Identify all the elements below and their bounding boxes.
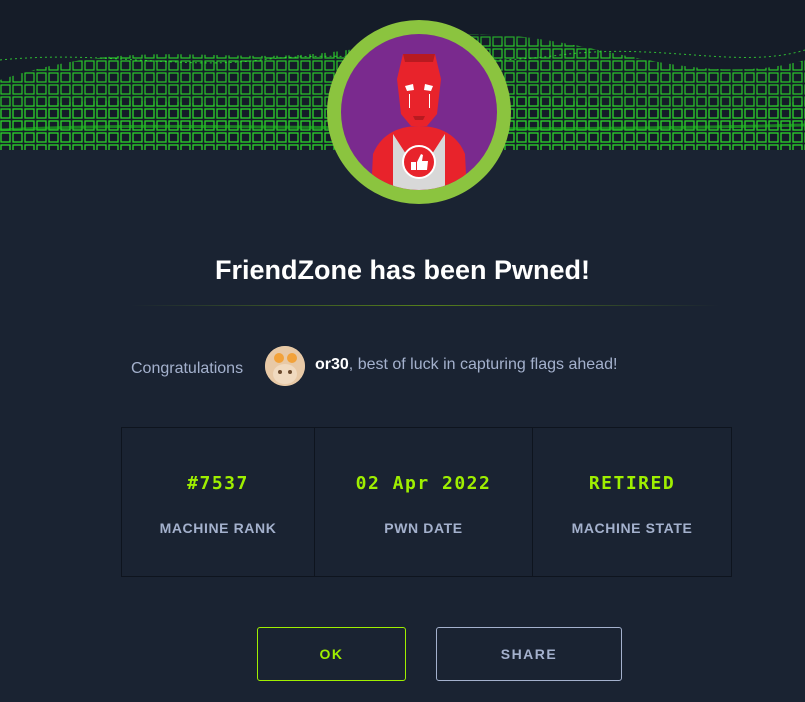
ok-button[interactable]: OK (257, 627, 406, 681)
pwn-date-value: 02 Apr 2022 (355, 473, 492, 494)
page-title: FriendZone has been Pwned! (214, 255, 591, 285)
share-button[interactable]: SHARE (436, 627, 622, 681)
stats-panel: #7537 MACHINE RANK 02 Apr 2022 PWN DATE … (121, 427, 732, 577)
superhero-mascot-icon (371, 54, 467, 190)
machine-state-value: RETIRED (588, 473, 676, 494)
stat-pwn-date: 02 Apr 2022 PWN DATE (315, 428, 533, 576)
congrats-message: , best of luck in capturing flags ahead! (348, 356, 618, 373)
congratulations-message: Congratulations or30, best of luck in ca… (0, 345, 805, 387)
divider (130, 305, 720, 306)
congrats-tail: or30, best of luck in capturing flags ah… (315, 356, 617, 374)
username[interactable]: or30 (315, 356, 349, 373)
machine-avatar (341, 34, 497, 190)
machine-state-label: MACHINE STATE (571, 520, 693, 536)
pwn-date-label: PWN DATE (384, 520, 463, 536)
stat-machine-rank: #7537 MACHINE RANK (122, 428, 315, 576)
machine-rank-value: #7537 (187, 473, 249, 494)
congrats-lead: Congratulations (131, 360, 244, 377)
user-avatar (265, 346, 305, 386)
machine-avatar-ring (327, 20, 511, 204)
machine-rank-label: MACHINE RANK (159, 520, 277, 536)
user-avatar-photo-icon (265, 346, 305, 386)
stat-machine-state: RETIRED MACHINE STATE (533, 428, 731, 576)
